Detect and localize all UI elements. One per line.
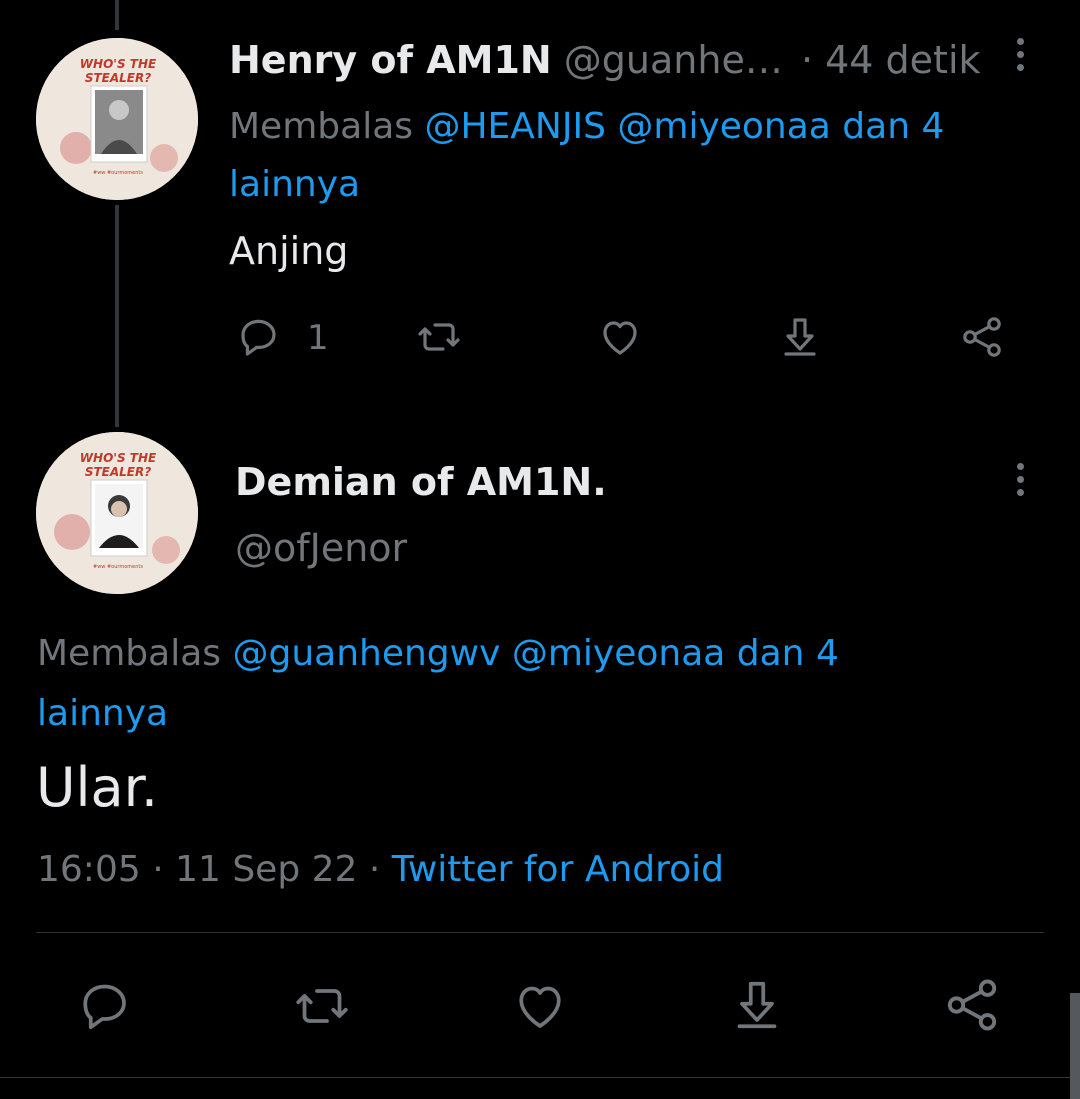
timestamp[interactable]: 44 detik (825, 38, 980, 82)
replying-mentions-more[interactable]: lainnya (229, 164, 360, 205)
retweet-icon[interactable] (414, 313, 464, 361)
heart-icon[interactable] (596, 313, 644, 361)
more-icon[interactable] (1013, 463, 1027, 502)
bottom-divider (0, 1077, 1080, 1078)
thread-line (115, 205, 119, 427)
share-icon[interactable] (941, 974, 1003, 1036)
thread-line-top (115, 0, 119, 30)
svg-text:STEALER?: STEALER? (85, 465, 151, 479)
tweet-timestamp[interactable]: 16:05 · 11 Sep 22 · (37, 849, 380, 890)
replying-mentions-more[interactable]: lainnya (37, 693, 168, 734)
replying-to: Membalas @HEANJIS @miyeonaa dan 4 lainny… (229, 98, 1049, 214)
svg-text:STEALER?: STEALER? (85, 71, 151, 85)
handle[interactable]: @ofJenor (235, 524, 407, 572)
heart-icon[interactable] (510, 976, 570, 1036)
reply-icon[interactable] (74, 976, 134, 1036)
handle[interactable]: @guanhe… (564, 38, 783, 82)
avatar[interactable]: WHO'S THE STEALER? #ww #ourmoments (36, 38, 198, 200)
replying-to: Membalas @guanhengwv @miyeonaa dan 4 lai… (37, 624, 1037, 744)
tweet-header: Henry of AM1N @guanhe… · 44 detik (229, 36, 981, 84)
svg-text:WHO'S THE: WHO'S THE (80, 451, 157, 465)
tweet-text: Anjing (229, 229, 349, 273)
svg-text:#ww #ourmoments: #ww #ourmoments (93, 170, 143, 176)
retweet-icon[interactable] (290, 976, 354, 1036)
tweet-text: Ular. (36, 756, 159, 819)
reply-icon[interactable] (234, 313, 282, 361)
scrollbar[interactable] (1070, 993, 1080, 1099)
divider (36, 932, 1044, 933)
replying-prefix: Membalas (37, 633, 222, 674)
svg-text:WHO'S THE: WHO'S THE (80, 57, 157, 71)
more-icon[interactable] (1013, 38, 1027, 77)
download-icon[interactable] (776, 313, 824, 361)
svg-text:#ww #ourmoments: #ww #ourmoments (93, 564, 143, 570)
separator: · (800, 38, 814, 82)
tweet-meta: 16:05 · 11 Sep 22 · Twitter for Android (37, 845, 724, 895)
tweet-source[interactable]: Twitter for Android (392, 849, 724, 890)
reply-count: 1 (307, 318, 329, 358)
avatar[interactable]: WHO'S THE STEALER? #ww #ourmoments (36, 432, 198, 594)
replying-prefix: Membalas (229, 106, 414, 147)
replying-mentions[interactable]: @guanhengwv @miyeonaa dan 4 (232, 633, 838, 674)
share-icon[interactable] (957, 313, 1007, 361)
replying-mentions[interactable]: @HEANJIS @miyeonaa dan 4 (424, 106, 944, 147)
display-name[interactable]: Henry of AM1N (229, 38, 552, 82)
download-icon[interactable] (727, 974, 787, 1036)
display-name[interactable]: Demian of AM1N. (235, 458, 607, 506)
